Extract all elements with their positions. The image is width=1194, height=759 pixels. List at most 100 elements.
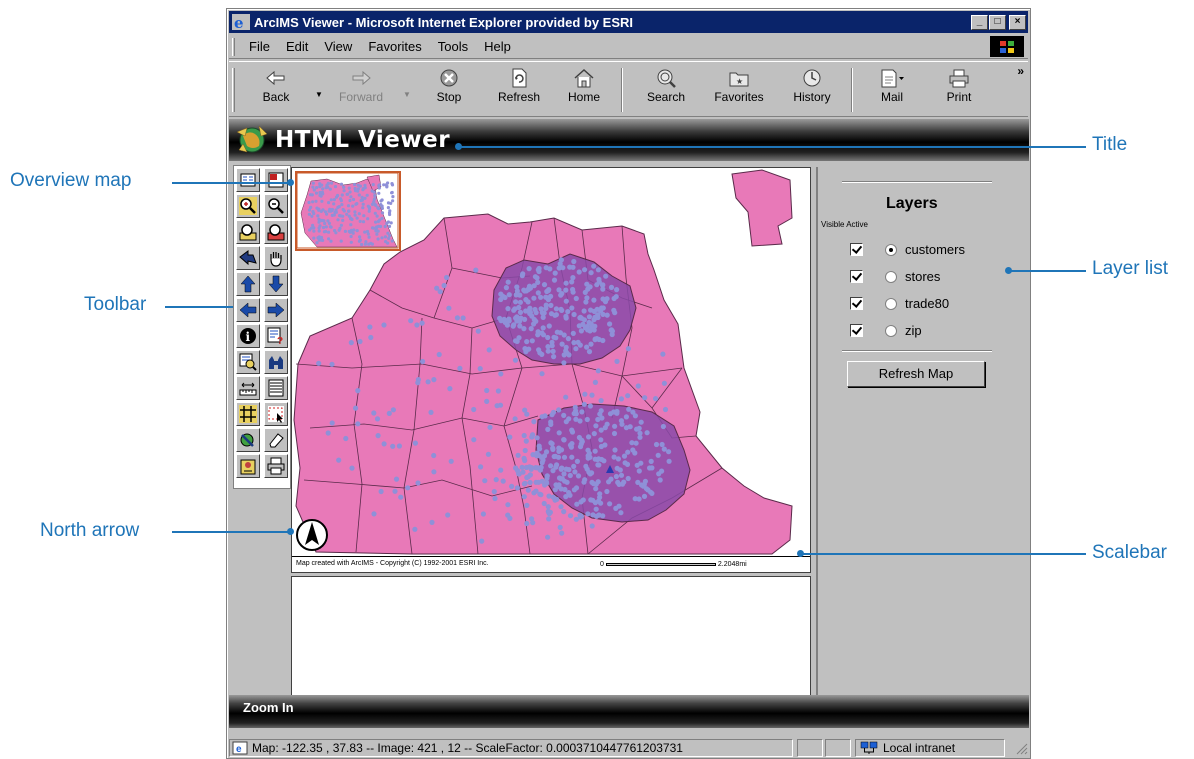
find-tool[interactable] bbox=[236, 350, 260, 374]
customer-point bbox=[515, 452, 521, 458]
home-label: Home bbox=[567, 90, 600, 104]
zoom-last-extent-tool[interactable] bbox=[236, 246, 260, 270]
menu-edit[interactable]: Edit bbox=[278, 39, 316, 54]
set-units-tool[interactable] bbox=[264, 376, 288, 400]
search-binoculars-tool[interactable] bbox=[264, 350, 288, 374]
minimize-button[interactable]: _ bbox=[971, 14, 988, 30]
customer-point bbox=[527, 310, 533, 317]
pan-east-tool[interactable] bbox=[264, 298, 288, 322]
customer-point bbox=[392, 488, 398, 494]
customer-point bbox=[529, 434, 535, 440]
overview-customer-point bbox=[358, 219, 362, 223]
map-island-polygon bbox=[731, 169, 793, 247]
results-frame bbox=[291, 576, 811, 708]
menu-file[interactable]: File bbox=[241, 39, 278, 54]
customer-point bbox=[618, 472, 625, 478]
print-layout-tool[interactable] bbox=[236, 454, 260, 478]
toggle-toc-button[interactable] bbox=[236, 168, 260, 192]
forward-dropdown-icon[interactable]: ▼ bbox=[403, 90, 411, 99]
arrow-right-icon bbox=[267, 302, 285, 318]
layer-visible-checkbox[interactable] bbox=[850, 324, 863, 337]
overview-customer-point bbox=[349, 234, 353, 239]
menu-favorites[interactable]: Favorites bbox=[360, 39, 429, 54]
zoom-in-tool[interactable] bbox=[236, 194, 260, 218]
pan-west-tool[interactable] bbox=[236, 298, 260, 322]
customer-point bbox=[528, 326, 534, 332]
measure-tool[interactable] bbox=[236, 376, 260, 400]
layer-active-radio[interactable] bbox=[885, 324, 897, 337]
refresh-map-button[interactable]: Refresh Map bbox=[847, 361, 985, 387]
history-button[interactable]: History bbox=[785, 68, 839, 114]
clear-selection-tool[interactable] bbox=[264, 428, 288, 452]
pan-north-tool[interactable] bbox=[236, 272, 260, 296]
layer-visible-checkbox[interactable] bbox=[850, 243, 863, 256]
customer-point bbox=[531, 419, 537, 425]
pan-tool[interactable] bbox=[264, 246, 288, 270]
customer-point bbox=[571, 463, 577, 469]
close-button[interactable]: × bbox=[1009, 14, 1026, 30]
maximize-button[interactable]: □ bbox=[989, 14, 1006, 30]
overview-customer-point bbox=[311, 181, 315, 185]
select-rectangle-tool[interactable] bbox=[264, 402, 288, 426]
overview-customer-point bbox=[327, 230, 331, 234]
overview-map[interactable] bbox=[295, 171, 401, 251]
toolbar-overflow-chevron[interactable]: » bbox=[1017, 64, 1024, 78]
select-by-line-tool[interactable] bbox=[236, 402, 260, 426]
refresh-button[interactable]: Refresh bbox=[491, 68, 547, 114]
toggle-overview-button[interactable] bbox=[264, 168, 288, 192]
zoom-out-tool[interactable] bbox=[264, 194, 288, 218]
callout-dot bbox=[287, 179, 294, 186]
stop-button[interactable]: Stop bbox=[425, 68, 473, 114]
favorites-button[interactable]: ★ Favorites bbox=[707, 68, 771, 114]
layer-active-radio[interactable] bbox=[885, 243, 897, 256]
customer-point bbox=[548, 302, 554, 308]
overview-map-image[interactable] bbox=[296, 172, 399, 249]
zoom-full-extent-tool[interactable] bbox=[236, 220, 260, 244]
zoom-active-layer-tool[interactable] bbox=[264, 220, 288, 244]
customer-point bbox=[570, 286, 576, 293]
customer-point bbox=[524, 502, 530, 508]
mail-button[interactable]: Mail bbox=[865, 68, 919, 114]
layer-active-radio[interactable] bbox=[885, 270, 897, 283]
callout-dot bbox=[287, 528, 294, 535]
overview-customer-point bbox=[318, 193, 322, 197]
pan-south-tool[interactable] bbox=[264, 272, 288, 296]
layer-active-radio[interactable] bbox=[885, 297, 897, 310]
overview-customer-point bbox=[362, 214, 366, 218]
resize-grip-icon[interactable] bbox=[1014, 741, 1028, 755]
menu-tools[interactable]: Tools bbox=[430, 39, 476, 54]
svg-text:i: i bbox=[246, 330, 251, 344]
overview-customer-point bbox=[363, 242, 367, 246]
layer-visible-checkbox[interactable] bbox=[850, 270, 863, 283]
forward-button[interactable]: Forward bbox=[333, 68, 389, 114]
overview-customer-point bbox=[375, 214, 379, 218]
layer-row-trade80: trade80 bbox=[850, 296, 949, 311]
menu-help[interactable]: Help bbox=[476, 39, 519, 54]
overview-customer-point bbox=[361, 220, 366, 224]
map-frame[interactable]: Map created with ArcIMS - Copyright (C) … bbox=[291, 167, 811, 573]
query-tool[interactable]: ? bbox=[264, 324, 288, 348]
customer-point bbox=[431, 469, 437, 475]
overview-customer-point bbox=[384, 240, 388, 244]
identify-tool[interactable]: i bbox=[236, 324, 260, 348]
customer-point bbox=[638, 460, 644, 466]
back-dropdown-icon[interactable]: ▼ bbox=[315, 90, 323, 99]
layer-visible-checkbox[interactable] bbox=[850, 297, 863, 310]
buffer-icon bbox=[240, 433, 254, 447]
customer-point bbox=[545, 297, 551, 303]
buffer-tool[interactable] bbox=[236, 428, 260, 452]
customer-point bbox=[536, 453, 542, 459]
customer-point bbox=[374, 416, 381, 422]
search-button[interactable]: Search bbox=[639, 68, 693, 114]
overview-customer-point bbox=[373, 211, 377, 215]
customer-point bbox=[487, 424, 493, 430]
print-tool[interactable] bbox=[264, 454, 288, 478]
overview-customer-point bbox=[390, 239, 394, 243]
customer-point bbox=[563, 394, 569, 400]
back-button[interactable]: Back bbox=[251, 68, 301, 114]
customer-point bbox=[559, 530, 565, 536]
menu-view[interactable]: View bbox=[316, 39, 360, 54]
home-button[interactable]: Home bbox=[559, 68, 609, 114]
print-button[interactable]: Print bbox=[935, 68, 983, 114]
overview-customer-point bbox=[374, 227, 378, 231]
